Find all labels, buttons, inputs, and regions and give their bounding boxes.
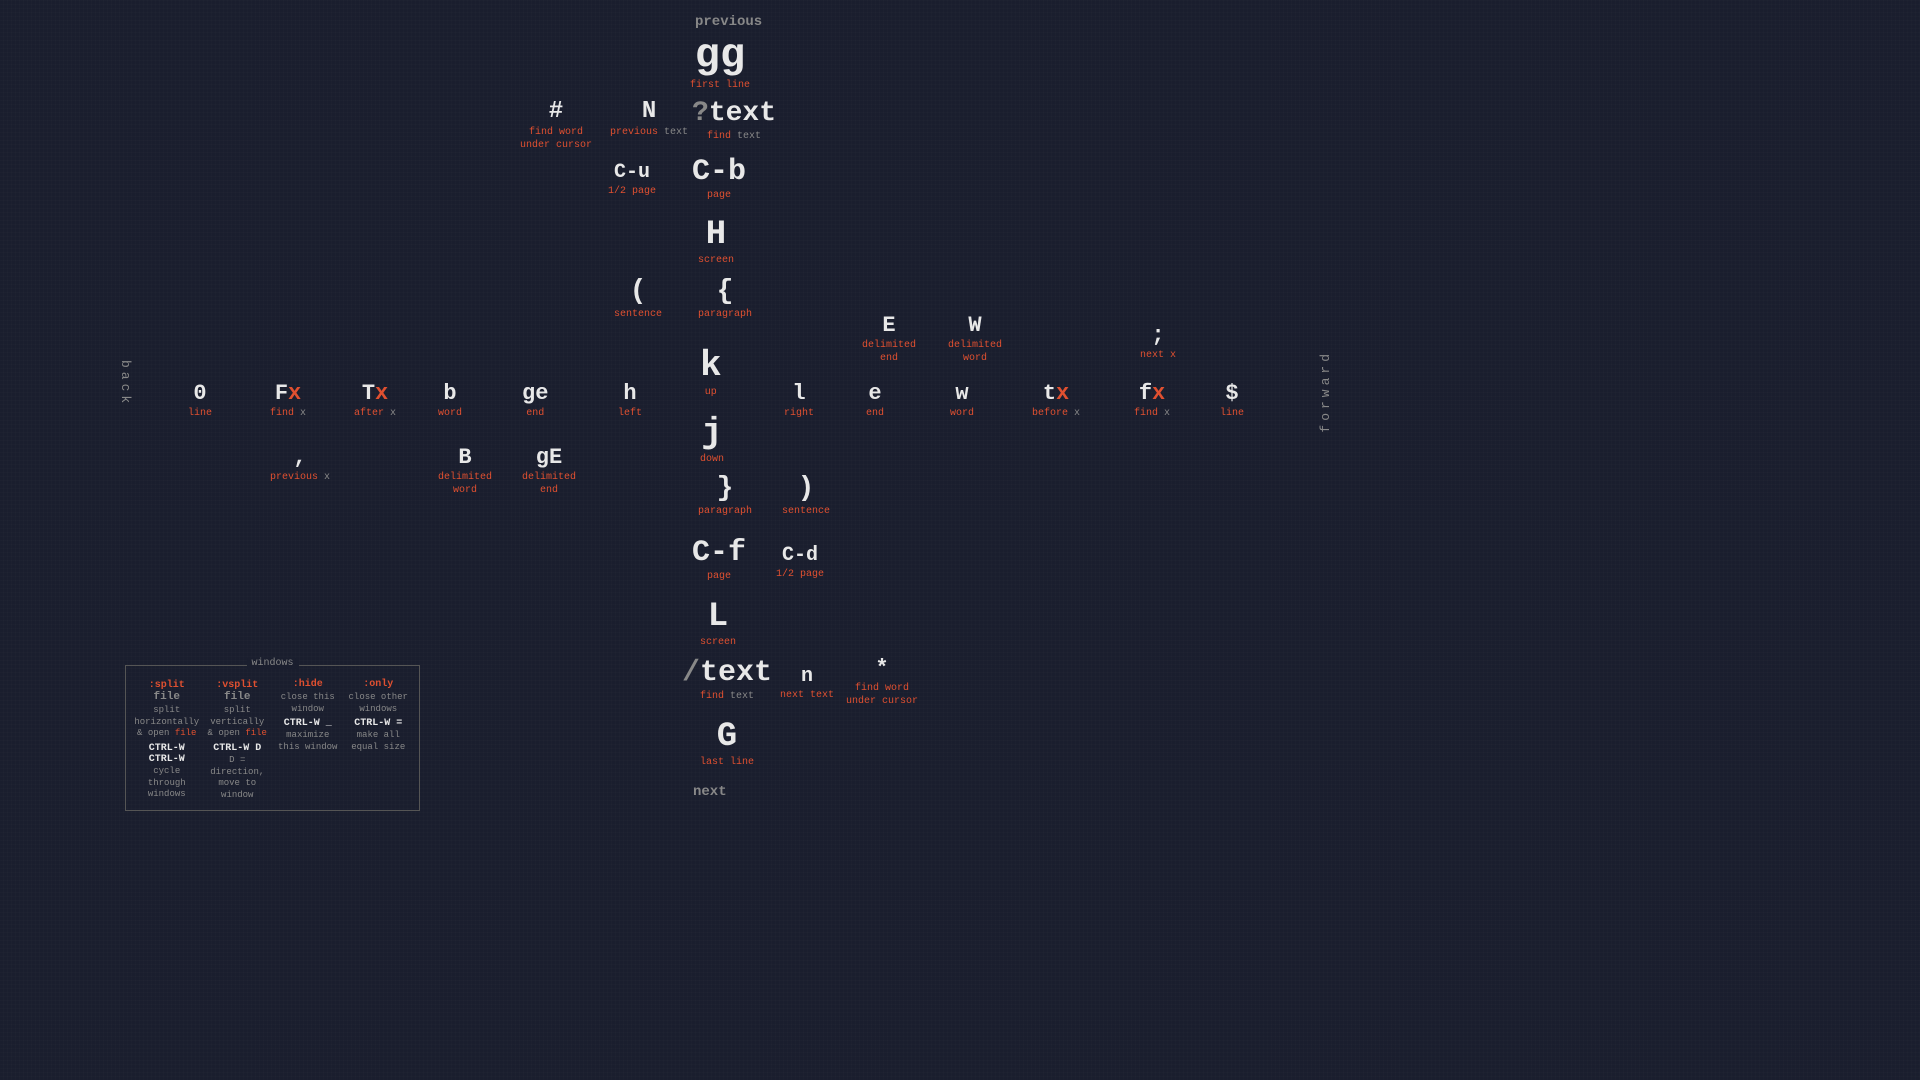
key-W: W delimitedword <box>948 315 1002 365</box>
key-dollar: $ line <box>1220 383 1244 420</box>
key-rparen: ) sentence <box>782 475 830 518</box>
key-cd: C-d 1/2 page <box>776 546 824 581</box>
win-col-hide: :hide close thiswindow CTRL-W _ maximize… <box>275 679 341 802</box>
key-star: * find wordunder cursor <box>846 658 918 708</box>
key-N: N previous text <box>610 100 688 139</box>
key-ge: ge end <box>522 383 548 420</box>
key-k: k up <box>700 348 722 399</box>
key-Fx: Fx find x <box>270 383 306 420</box>
key-B: B delimitedword <box>438 447 492 497</box>
key-fx: fx find x <box>1134 383 1170 420</box>
forward-label: forward <box>1318 350 1333 433</box>
key-comma: , previous x <box>270 447 330 484</box>
key-cf: C-f page <box>692 538 746 583</box>
key-E: E delimitedend <box>862 315 916 365</box>
key-Tx: Tx after x <box>354 383 396 420</box>
key-w: w word <box>950 383 974 420</box>
key-lbrace: { paragraph <box>698 278 752 321</box>
key-tx: tx before x <box>1032 383 1080 420</box>
key-gg: gg first line <box>690 35 750 92</box>
key-slashtext: /text find text <box>682 658 772 703</box>
key-G: G last line <box>700 720 754 769</box>
win-col-vsplit: :vsplit file split vertically& open file… <box>205 679 271 802</box>
key-gE: gE delimitedend <box>522 447 576 497</box>
key-rbrace: } paragraph <box>698 475 752 518</box>
next-label: next <box>693 785 727 799</box>
key-h: h left <box>618 383 642 420</box>
back-label: back <box>118 360 133 407</box>
windows-title: windows <box>246 658 298 669</box>
windows-panel: windows :split file split horizontally& … <box>125 665 420 811</box>
key-b: b word <box>438 383 462 420</box>
win-col-only: :only close otherwindows CTRL-W = make a… <box>346 679 412 802</box>
win-col-split: :split file split horizontally& open fil… <box>134 679 200 802</box>
key-0: 0 line <box>188 383 212 420</box>
key-e: e end <box>866 383 884 420</box>
previous-label: previous <box>695 15 762 29</box>
key-hash: # find wordunder cursor <box>520 100 592 152</box>
key-n: n next text <box>780 667 834 702</box>
key-L: L screen <box>700 600 736 649</box>
key-qtext: ?text find text <box>692 100 776 143</box>
windows-grid: :split file split horizontally& open fil… <box>134 679 411 802</box>
key-lparen: ( sentence <box>614 278 662 321</box>
key-cu: C-u 1/2 page <box>608 163 656 198</box>
key-H: H screen <box>698 218 734 267</box>
key-l: l right <box>784 383 814 420</box>
key-j: j down <box>700 415 724 466</box>
key-semicolon: ; next x <box>1140 325 1176 362</box>
key-cb: C-b page <box>692 157 746 202</box>
